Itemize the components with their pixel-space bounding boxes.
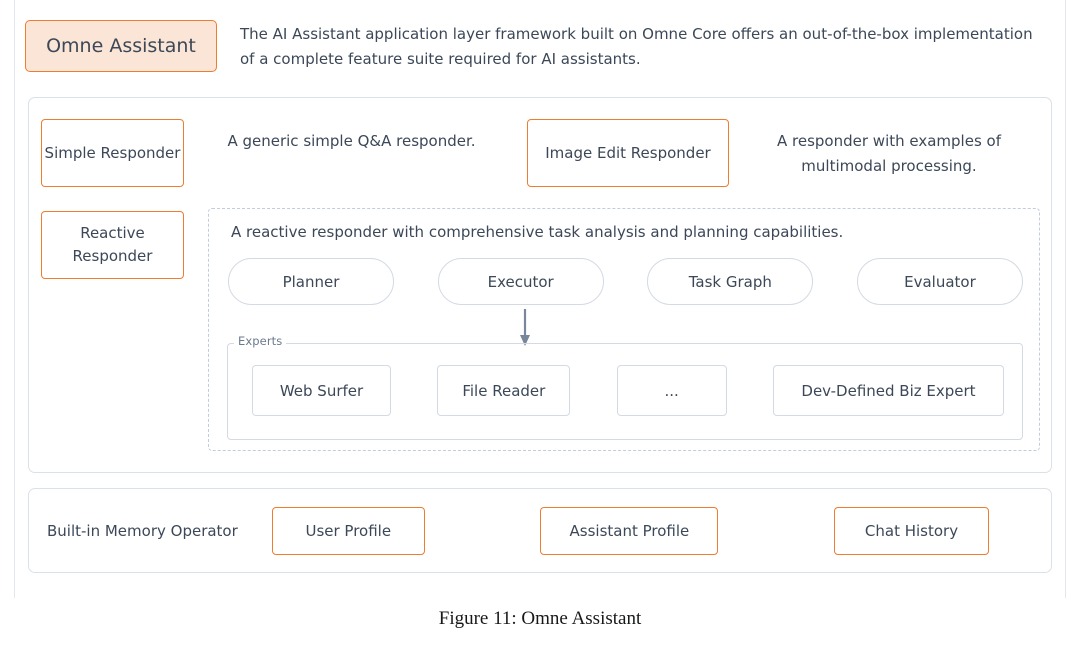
down-arrow-icon <box>520 309 530 346</box>
experts-fieldset: Experts Web Surfer File Reader ... Dev-D… <box>227 334 1023 440</box>
experts-legend-label: Experts <box>234 334 287 348</box>
header-row: Omne Assistant The AI Assistant applicat… <box>14 20 1066 82</box>
memory-box-user-profile[interactable]: User Profile <box>271 506 425 555</box>
reactive-responder-container: A reactive responder with comprehensive … <box>208 208 1040 451</box>
expert-box-dev-defined-biz-expert[interactable]: Dev-Defined Biz Expert <box>772 365 1004 416</box>
reactive-pipeline-row: Planner Executor Task Graph Evaluator <box>228 258 1023 305</box>
expert-box-more[interactable]: ... <box>616 365 727 416</box>
responder-panel: Simple Responder A generic simple Q&A re… <box>28 97 1052 473</box>
header-description: The AI Assistant application layer frame… <box>240 25 1033 68</box>
experts-row: Web Surfer File Reader ... Dev-Defined B… <box>252 365 1004 416</box>
expert-box-web-surfer[interactable]: Web Surfer <box>252 365 391 416</box>
image-edit-responder-description: A responder with examples of multimodal … <box>777 132 1001 175</box>
pipeline-pill-executor[interactable]: Executor <box>437 258 604 305</box>
reactive-responder-box[interactable]: Reactive Responder <box>41 211 184 279</box>
simple-responder-box[interactable]: Simple Responder <box>41 119 184 187</box>
pipeline-pill-evaluator[interactable]: Evaluator <box>856 258 1023 305</box>
simple-responder-description: A generic simple Q&A responder. <box>227 132 476 150</box>
memory-operator-label: Built-in Memory Operator <box>47 521 238 540</box>
figure-caption: Figure 11: Omne Assistant <box>438 608 642 629</box>
expert-box-file-reader[interactable]: File Reader <box>437 365 571 416</box>
pipeline-pill-task-graph[interactable]: Task Graph <box>647 258 814 305</box>
reactive-responder-description: A reactive responder with comprehensive … <box>231 223 844 241</box>
memory-items-row: User Profile Assistant Profile Chat Hist… <box>271 506 1051 555</box>
memory-box-assistant-profile[interactable]: Assistant Profile <box>540 506 719 555</box>
memory-panel: Built-in Memory Operator User Profile As… <box>28 488 1052 573</box>
pipeline-pill-planner[interactable]: Planner <box>228 258 394 305</box>
image-edit-responder-box[interactable]: Image Edit Responder <box>527 119 729 187</box>
omne-assistant-badge[interactable]: Omne Assistant <box>25 20 217 72</box>
memory-box-chat-history[interactable]: Chat History <box>834 506 989 555</box>
